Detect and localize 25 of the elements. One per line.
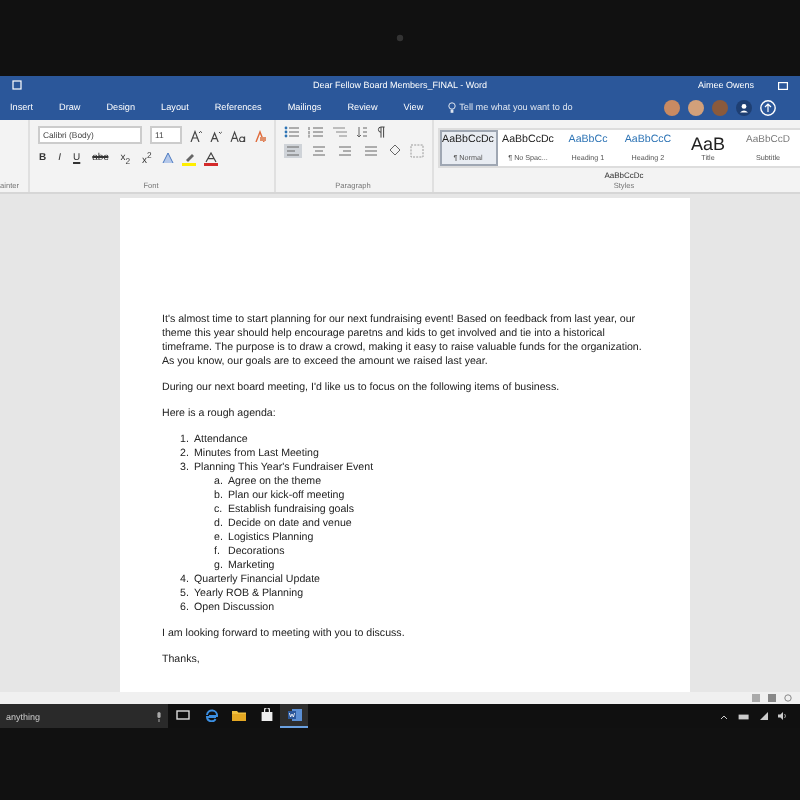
word-app-icon <box>287 708 301 722</box>
folder-icon <box>231 708 245 722</box>
highlighter-icon[interactable] <box>181 151 196 166</box>
pilcrow-icon[interactable] <box>375 126 385 138</box>
speaker-icon[interactable] <box>778 712 788 720</box>
clear-formatting-icon[interactable] <box>253 129 265 141</box>
multilevel-list-icon[interactable] <box>331 126 347 138</box>
change-case-icon[interactable] <box>229 129 245 141</box>
sort-icon[interactable] <box>355 126 367 138</box>
font-color-icon[interactable] <box>203 151 218 166</box>
text-effects-icon[interactable] <box>161 152 174 165</box>
task-view-icon <box>175 708 189 722</box>
lightbulb-icon <box>447 101 456 113</box>
browser-icon <box>203 708 217 722</box>
camera-icon <box>396 34 404 42</box>
style-sample: AaB <box>690 134 725 154</box>
microphone-icon <box>156 711 162 721</box>
share-icon[interactable] <box>760 99 776 115</box>
contact-icon[interactable] <box>736 99 752 115</box>
shrink-font-icon[interactable] <box>209 129 221 141</box>
grow-font-icon[interactable] <box>189 129 201 141</box>
shopping-bag-icon <box>259 708 273 722</box>
bullets-icon[interactable] <box>283 126 299 138</box>
battery-icon[interactable] <box>738 713 750 719</box>
shading-icon[interactable] <box>387 144 401 158</box>
